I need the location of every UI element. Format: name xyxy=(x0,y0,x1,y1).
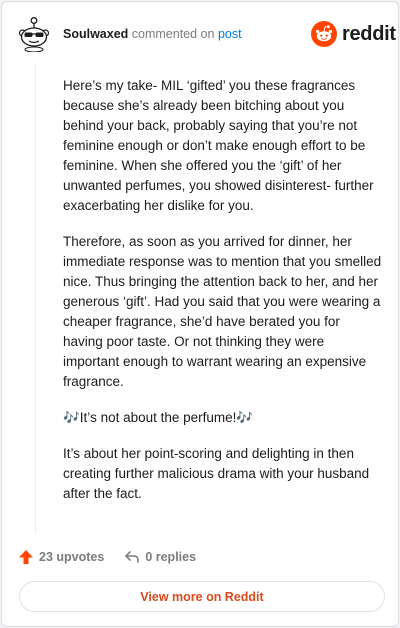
comment-action-text: commented on xyxy=(131,27,215,41)
upvote-button[interactable]: 23 upvotes xyxy=(18,549,104,565)
reply-arrow-icon xyxy=(125,551,140,563)
comment-header: Soulwaxed commented on post reddit xyxy=(2,2,398,66)
comment-paragraph-1: Here’s my take- MIL ‘gifted’ you these f… xyxy=(63,78,374,213)
upvote-count: 23 upvotes xyxy=(39,550,105,564)
upvote-arrow-icon xyxy=(19,550,33,564)
comment-body: Here’s my take- MIL ‘gifted’ you these f… xyxy=(63,76,383,520)
reddit-logo[interactable]: reddit xyxy=(311,21,396,47)
comment-meta: Soulwaxed commented on post xyxy=(63,26,242,42)
reddit-wordmark: reddit xyxy=(342,23,396,45)
reddit-snoo-icon xyxy=(311,21,337,47)
reply-button[interactable]: 0 replies xyxy=(124,549,196,565)
comment-actions: 23 upvotes 0 replies xyxy=(18,546,196,568)
comment-paragraph-4: It’s about her point-scoring and delight… xyxy=(63,446,370,501)
embedded-comment-card: Soulwaxed commented on post reddit Here’… xyxy=(1,1,399,627)
view-more-on-reddit-button[interactable]: View more on Reddit xyxy=(19,581,385,612)
username-link[interactable]: Soulwaxed xyxy=(63,27,128,41)
thread-line[interactable] xyxy=(35,64,36,534)
comment-paragraph-2: Therefore, as soon as you arrived for di… xyxy=(63,234,382,389)
reply-count: 0 replies xyxy=(145,550,197,564)
comment-paragraph-3: 🎶It’s not about the perfume!🎶 xyxy=(63,410,254,425)
user-avatar-icon[interactable] xyxy=(18,16,50,52)
post-link[interactable]: post xyxy=(218,27,242,41)
